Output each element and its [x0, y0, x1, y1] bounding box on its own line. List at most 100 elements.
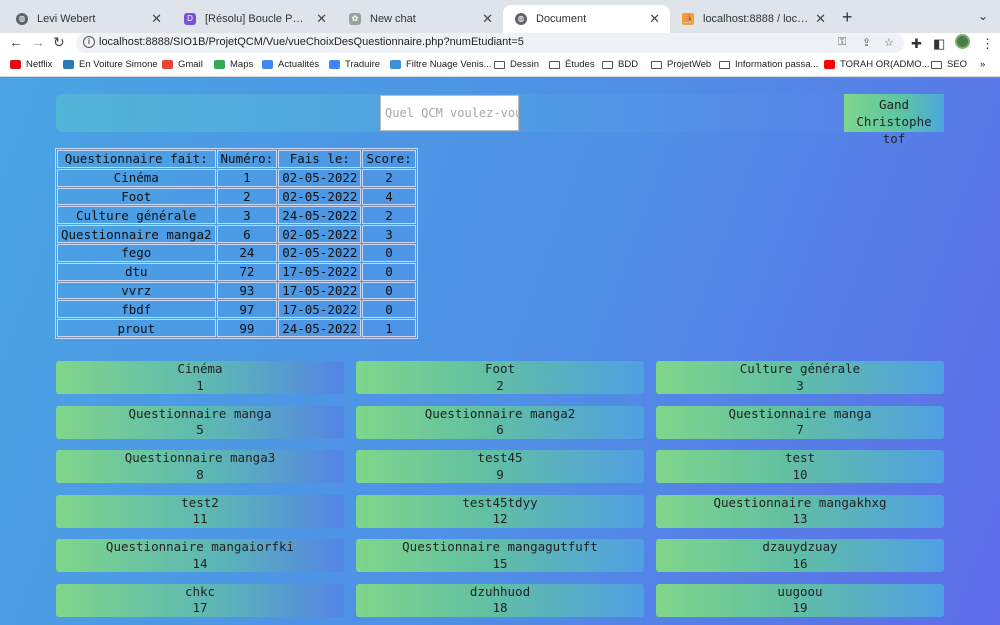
car-icon: [63, 60, 74, 69]
questionnaire-number: 19: [792, 600, 808, 615]
table-cell: Questionnaire manga2: [57, 225, 216, 243]
translate-icon: [329, 60, 340, 69]
menu-kebab-icon[interactable]: ⋮: [981, 36, 994, 52]
tab-search-chevron-icon[interactable]: ⌄: [978, 9, 988, 23]
questionnaire-name: Questionnaire manga: [128, 405, 272, 421]
questionnaire-card[interactable]: test2 11: [56, 494, 344, 528]
questionnaire-card[interactable]: dzuhhuod 18: [356, 583, 644, 617]
bookmark-item[interactable]: Maps: [214, 59, 253, 70]
netflix-icon: [10, 60, 21, 69]
table-cell: 24-05-2022: [278, 206, 362, 225]
reload-icon[interactable]: ↻: [53, 34, 65, 51]
forward-arrow-icon[interactable]: →: [31, 34, 45, 50]
questionnaire-card[interactable]: Questionnaire manga 5: [56, 405, 344, 439]
table-cell: 4: [362, 187, 416, 206]
questionnaire-card[interactable]: Culture générale 3: [656, 361, 944, 394]
table-row: dtu 72 17-05-2022 0: [57, 262, 416, 281]
questionnaire-number: 2: [496, 377, 504, 393]
browser-toolbar: ← → ↻ i localhost:8888/SIO1B/ProjetQCM/V…: [0, 33, 1000, 55]
table-cell: 3: [216, 206, 278, 225]
questionnaire-card[interactable]: Foot 2: [356, 361, 644, 394]
table-cell: Culture générale: [57, 206, 216, 225]
address-bar[interactable]: i localhost:8888/SIO1B/ProjetQCM/Vue/vue…: [76, 33, 904, 53]
site-info-icon[interactable]: i: [83, 36, 95, 48]
questionnaire-number: 1: [196, 377, 204, 393]
questionnaire-card[interactable]: dzauydzuay 16: [656, 539, 944, 572]
tab-title: New chat: [370, 13, 416, 25]
more-bookmarks-button[interactable]: »: [980, 59, 985, 70]
phpmyadmin-icon: ⛵: [682, 13, 694, 25]
questionnaire-name: test45: [477, 450, 523, 465]
bookmark-item[interactable]: Dessin: [494, 59, 539, 70]
close-tab-icon[interactable]: ✕: [649, 11, 660, 27]
questionnaire-card[interactable]: Cinéma 1: [56, 361, 344, 394]
table-cell: 0: [362, 300, 416, 319]
url-text[interactable]: localhost:8888/SIO1B/ProjetQCM/Vue/vueCh…: [99, 36, 524, 48]
side-panel-icon[interactable]: ◧: [933, 36, 945, 52]
questionnaire-card[interactable]: chkc 17: [56, 583, 344, 617]
questionnaire-card[interactable]: Questionnaire manga 7: [656, 405, 944, 439]
questionnaire-card[interactable]: test 10: [656, 450, 944, 483]
bookmark-item[interactable]: Études: [549, 59, 595, 70]
browser-tab-1[interactable]: D [Résolu] Boucle PHP pour créer ✕: [172, 5, 337, 33]
questionnaire-card[interactable]: Questionnaire mangagutfuft 15: [356, 539, 644, 572]
questionnaire-number: 5: [196, 422, 204, 437]
profile-avatar[interactable]: [955, 34, 970, 49]
bookmark-item[interactable]: Information passa...: [719, 59, 818, 70]
bookmark-label: Actualités: [278, 59, 320, 70]
questionnaire-name: chkc: [184, 583, 216, 599]
bookmark-item[interactable]: En Voiture Simone: [63, 59, 158, 70]
bookmark-label: En Voiture Simone: [79, 59, 158, 70]
close-tab-icon[interactable]: ✕: [316, 11, 327, 27]
questionnaire-number: 17: [192, 600, 208, 615]
qcm-search-input[interactable]: [380, 95, 519, 131]
folder-icon: [651, 60, 662, 69]
bookmark-item[interactable]: TORAH OR(ADMO...: [824, 59, 930, 70]
column-header: Questionnaire fait:: [57, 150, 216, 168]
table-cell: Foot: [57, 187, 216, 206]
bookmark-item[interactable]: Traduire: [329, 59, 380, 70]
back-arrow-icon[interactable]: ←: [9, 34, 23, 50]
questionnaire-number: 12: [492, 511, 508, 526]
questionnaire-number: 9: [496, 466, 504, 482]
filter-icon: [390, 60, 401, 69]
bookmark-item[interactable]: SEO: [931, 59, 967, 70]
page-header: Gand Christophe tof: [56, 94, 944, 146]
close-tab-icon[interactable]: ✕: [815, 11, 826, 27]
questionnaire-card[interactable]: test45 9: [356, 450, 644, 483]
tab-title: [Résolu] Boucle PHP pour créer: [205, 13, 310, 25]
table-cell: 24-05-2022: [278, 319, 362, 337]
questionnaire-card[interactable]: uugoou 19: [656, 583, 944, 617]
questionnaire-card[interactable]: test45tdyy 12: [356, 494, 644, 528]
extensions-puzzle-icon[interactable]: ✚: [911, 36, 922, 52]
globe-icon: ◍: [515, 13, 527, 25]
table-cell: prout: [57, 319, 216, 337]
close-tab-icon[interactable]: ✕: [151, 11, 162, 27]
questionnaire-card[interactable]: Questionnaire mangakhxg 13: [656, 494, 944, 528]
bookmark-item[interactable]: Gmail: [162, 59, 203, 70]
questionnaire-card[interactable]: Questionnaire mangaiorfki 14: [56, 539, 344, 572]
browser-tab-2[interactable]: ✿ New chat ✕: [337, 5, 503, 33]
key-icon[interactable]: ⚿: [838, 36, 846, 49]
questionnaire-card[interactable]: Questionnaire manga2 6: [356, 405, 644, 439]
browser-tab-0[interactable]: ◍ Levi Webert ✕: [4, 5, 172, 33]
questionnaire-name: Questionnaire mangaiorfki: [105, 539, 295, 554]
bookmark-item[interactable]: ProjetWeb: [651, 59, 711, 70]
table-row: fego 24 02-05-2022 0: [57, 243, 416, 262]
bookmark-item[interactable]: Actualités: [262, 59, 319, 70]
bookmark-star-icon[interactable]: ☆: [884, 36, 894, 49]
bookmark-item[interactable]: BDD: [602, 59, 638, 70]
questionnaire-card[interactable]: Questionnaire manga3 8: [56, 450, 344, 483]
table-cell: 1: [362, 319, 416, 337]
browser-tab-4[interactable]: ⛵ localhost:8888 / localhost / bdd ✕: [670, 5, 836, 33]
new-tab-button[interactable]: +: [842, 7, 853, 28]
bookmark-item[interactable]: Netflix: [10, 59, 52, 70]
share-icon[interactable]: ⇪: [862, 36, 871, 49]
questionnaire-name: Questionnaire mangagutfuft: [402, 539, 598, 554]
browser-tab-3[interactable]: ◍ Document ✕: [503, 5, 670, 33]
questionnaire-name: dzuhhuod: [469, 583, 531, 599]
close-tab-icon[interactable]: ✕: [482, 11, 493, 27]
bookmark-item[interactable]: Filtre Nuage Venis...: [390, 59, 492, 70]
bookmark-label: Études: [565, 59, 595, 70]
tab-title: Levi Webert: [37, 13, 96, 25]
